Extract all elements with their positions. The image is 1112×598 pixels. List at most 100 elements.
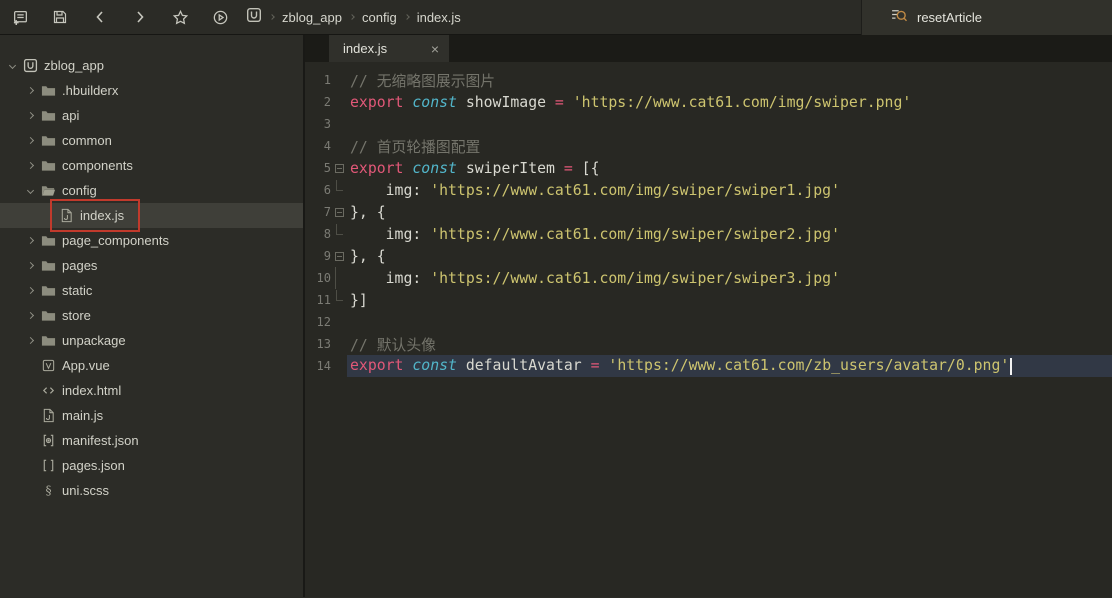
tree-item-components[interactable]: components — [0, 153, 303, 178]
code-line-1[interactable]: 1// 无缩略图展示图片 — [305, 69, 1112, 91]
code-line-10[interactable]: 10 img: 'https://www.cat61.com/img/swipe… — [305, 267, 1112, 289]
folder-icon — [38, 308, 58, 323]
forward-button[interactable] — [120, 0, 160, 34]
chevron-down-icon[interactable] — [22, 188, 38, 193]
tree-item-config[interactable]: config — [0, 178, 303, 203]
breadcrumb-file[interactable]: index.js — [417, 10, 461, 25]
chevron-right-icon[interactable] — [22, 313, 38, 318]
code-line-content: img: 'https://www.cat61.com/img/swiper/s… — [347, 182, 840, 199]
fold-guide-line — [331, 223, 347, 245]
file-json-icon — [38, 458, 58, 473]
code-editor[interactable]: 1// 无缩略图展示图片2export const showImage = 'h… — [305, 62, 1112, 597]
code-line-content: // 首页轮播图配置 — [347, 136, 480, 157]
run-button[interactable] — [200, 0, 240, 34]
chevron-right-icon[interactable] — [22, 138, 38, 143]
code-line-content: img: 'https://www.cat61.com/img/swiper/s… — [347, 270, 840, 287]
chevron-right-icon[interactable] — [22, 338, 38, 343]
new-file-button[interactable] — [0, 0, 40, 34]
tree-item--hbuilderx[interactable]: .hbuilderx — [0, 78, 303, 103]
code-line-content: }] — [347, 292, 368, 309]
tree-item-page-components[interactable]: page_components — [0, 228, 303, 253]
chevron-right-icon[interactable] — [22, 113, 38, 118]
tree-item-index-js[interactable]: index.js — [0, 203, 303, 228]
code-line-6[interactable]: 6 img: 'https://www.cat61.com/img/swiper… — [305, 179, 1112, 201]
tree-item-pages[interactable]: pages — [0, 253, 303, 278]
folder-open-icon — [38, 183, 58, 198]
file-html-icon — [38, 383, 58, 398]
code-line-content: export const showImage = 'https://www.ca… — [347, 94, 911, 111]
code-line-4[interactable]: 4// 首页轮播图配置 — [305, 135, 1112, 157]
chevron-right-icon — [26, 237, 33, 244]
chevron-right-icon — [26, 287, 33, 294]
tab-close-icon[interactable]: × — [431, 42, 439, 56]
chevron-right-icon[interactable] — [22, 88, 38, 93]
fold-collapse-icon — [335, 208, 344, 217]
chevron-right-icon[interactable] — [22, 263, 38, 268]
chevron-right-icon — [26, 162, 33, 169]
code-line-3[interactable]: 3 — [305, 113, 1112, 135]
chevron-right-icon — [26, 112, 33, 119]
chevron-right-icon — [26, 87, 33, 94]
file-manifest-icon — [38, 433, 58, 448]
tree-item-unpackage[interactable]: unpackage — [0, 328, 303, 353]
back-button[interactable] — [80, 0, 120, 34]
fold-gutter — [331, 311, 347, 333]
uniapp-logo-icon — [20, 58, 40, 73]
fold-collapse-icon — [335, 252, 344, 261]
tree-item-manifest-json[interactable]: manifest.json — [0, 428, 303, 453]
search-box[interactable]: resetArticle — [861, 0, 1112, 35]
line-number: 5 — [305, 161, 331, 175]
tree-item-zblog-app[interactable]: zblog_app — [0, 53, 303, 78]
fold-collapse-icon[interactable] — [331, 245, 347, 267]
tree-item-uni-scss[interactable]: § uni.scss — [0, 478, 303, 503]
breadcrumb-folder[interactable]: config — [362, 10, 397, 25]
code-line-14[interactable]: 14export const defaultAvatar = 'https://… — [305, 355, 1112, 377]
line-number: 12 — [305, 315, 331, 329]
chevron-down-icon[interactable] — [4, 63, 20, 68]
tree-item-label: .hbuilderx — [58, 83, 118, 98]
tree-item-api[interactable]: api — [0, 103, 303, 128]
code-line-9[interactable]: 9}, { — [305, 245, 1112, 267]
code-line-12[interactable]: 12 — [305, 311, 1112, 333]
fold-guide-line — [331, 267, 347, 289]
code-line-11[interactable]: 11}] — [305, 289, 1112, 311]
fold-collapse-icon[interactable] — [331, 157, 347, 179]
tree-item-main-js[interactable]: main.js — [0, 403, 303, 428]
tree-item-app-vue[interactable]: App.vue — [0, 353, 303, 378]
fold-guide-line — [331, 289, 347, 311]
code-line-13[interactable]: 13// 默认头像 — [305, 333, 1112, 355]
tree-item-index-html[interactable]: index.html — [0, 378, 303, 403]
code-line-2[interactable]: 2export const showImage = 'https://www.c… — [305, 91, 1112, 113]
folder-icon — [38, 283, 58, 298]
favorite-button[interactable] — [160, 0, 200, 34]
editor-pane: index.js × 1// 无缩略图展示图片2export const sho… — [305, 35, 1112, 597]
tree-item-pages-json[interactable]: pages.json — [0, 453, 303, 478]
chevron-right-icon[interactable] — [22, 238, 38, 243]
code-line-8[interactable]: 8 img: 'https://www.cat61.com/img/swiper… — [305, 223, 1112, 245]
tree-item-label: config — [58, 183, 97, 198]
tree-item-label: unpackage — [58, 333, 126, 348]
tab-index-js[interactable]: index.js × — [329, 35, 449, 62]
chevron-right-icon[interactable] — [22, 163, 38, 168]
forward-chevron-icon — [132, 9, 148, 25]
chevron-right-icon[interactable] — [22, 288, 38, 293]
code-line-5[interactable]: 5export const swiperItem = [{ — [305, 157, 1112, 179]
tree-item-static[interactable]: static — [0, 278, 303, 303]
tree-item-label: pages.json — [58, 458, 125, 473]
folder-icon — [38, 158, 58, 173]
save-button[interactable] — [40, 0, 80, 34]
tree-item-label: common — [58, 133, 112, 148]
fold-gutter — [331, 69, 347, 91]
fold-collapse-icon[interactable] — [331, 201, 347, 223]
fold-gutter — [331, 333, 347, 355]
tree-item-common[interactable]: common — [0, 128, 303, 153]
svg-text:§: § — [45, 484, 51, 498]
tree-item-label: uni.scss — [58, 483, 109, 498]
breadcrumb-project[interactable]: zblog_app — [282, 10, 342, 25]
tree-item-store[interactable]: store — [0, 303, 303, 328]
tab-bar: index.js × — [305, 35, 1112, 62]
chevron-right-icon — [26, 312, 33, 319]
code-line-content: img: 'https://www.cat61.com/img/swiper/s… — [347, 226, 840, 243]
breadcrumb: zblog_app config index.js — [246, 7, 461, 28]
code-line-7[interactable]: 7}, { — [305, 201, 1112, 223]
